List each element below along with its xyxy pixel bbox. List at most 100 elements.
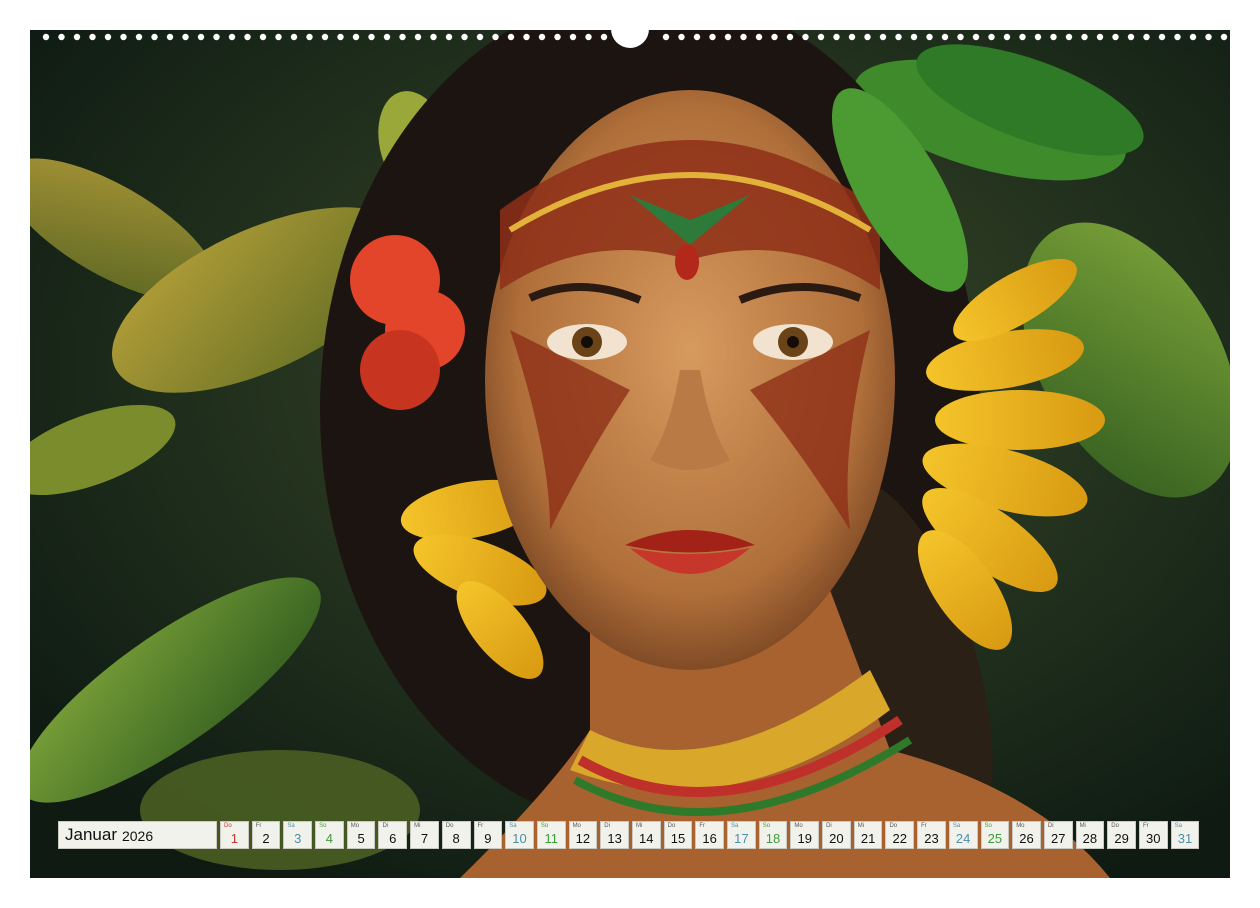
day-number: 1 (230, 831, 238, 846)
binding-hole (771, 33, 778, 41)
weekday-label: Mi (635, 823, 643, 829)
binding-hole (507, 33, 515, 41)
weekday-label: Do (445, 823, 454, 829)
binding-hole (476, 33, 484, 41)
binding-hole (1003, 33, 1011, 41)
day-cell: Di 20 (822, 821, 851, 849)
binding-hole (1127, 33, 1135, 41)
calendar-strip: Januar 2026 Do 1 Fr 2 Sa 3 So 4 Mo 5 Di 6 Mi 7 Do 8 Fr 9 S… (58, 821, 1200, 849)
binding-hole (182, 33, 189, 41)
day-cell: Mo 12 (568, 821, 598, 849)
binding-hole (895, 33, 902, 41)
day-cell: Mi 21 (853, 821, 883, 849)
binding-hole (709, 33, 716, 41)
binding-hole (73, 33, 81, 41)
binding-hole (569, 33, 577, 41)
binding-hole (1065, 33, 1073, 41)
binding-hole (693, 33, 701, 41)
weekday-label: So (984, 823, 992, 829)
binding-hole (244, 33, 251, 41)
day-cell: Do 22 (885, 821, 915, 849)
binding-hole (662, 33, 670, 41)
binding-hole (414, 33, 422, 41)
day-number: 19 (797, 831, 812, 846)
day-number: 25 (987, 831, 1003, 846)
day-cell: Mi 7 (410, 821, 439, 849)
weekday-label: Mi (1079, 823, 1086, 829)
binding-hole (1050, 33, 1057, 41)
binding-hole (228, 33, 236, 41)
day-number: 2 (262, 831, 270, 846)
day-cell: So 4 (315, 821, 344, 849)
day-number: 5 (357, 831, 365, 846)
binding-hole (492, 33, 499, 41)
weekday-label: Di (604, 823, 610, 829)
weekday-label: Di (382, 823, 389, 829)
binding-hole (135, 33, 143, 41)
weekday-label: Mi (414, 823, 421, 829)
day-cell: Sa 24 (948, 821, 978, 849)
binding-hole (538, 33, 546, 41)
day-cell: Mi 28 (1075, 821, 1105, 849)
weekday-label: Mo (350, 823, 360, 829)
day-number: 21 (860, 831, 876, 846)
binding-hole (941, 33, 949, 41)
binding-hole (957, 33, 964, 41)
binding-hole (461, 33, 468, 41)
day-cell: Mo 26 (1012, 821, 1041, 849)
calendar-photo (30, 30, 1230, 878)
weekday-label: Do (1111, 823, 1119, 829)
day-cell: Do 1 (220, 821, 249, 849)
binding-hole (430, 33, 437, 41)
weekday-label: Mo (572, 823, 581, 829)
day-number: 17 (734, 831, 749, 846)
binding-hole (1081, 33, 1088, 41)
binding-hole (89, 33, 96, 41)
binding-hole (523, 33, 530, 41)
day-number: 13 (607, 831, 622, 846)
binding-hole (1096, 33, 1104, 41)
day-cell: So 11 (536, 821, 566, 849)
binding-hole (864, 33, 871, 41)
day-number: 15 (670, 831, 686, 846)
day-number: 11 (544, 831, 558, 846)
day-number: 9 (484, 831, 492, 846)
month-year: 2026 (121, 828, 154, 844)
weekday-label: Sa (287, 823, 295, 829)
binding-hole (213, 33, 220, 41)
weekday-label: Do (667, 823, 676, 829)
binding-hole (275, 33, 282, 41)
month-label: Januar 2026 (58, 821, 217, 849)
binding-hole (600, 33, 608, 41)
binding-hole (166, 33, 174, 41)
binding-hole (554, 33, 561, 41)
weekday-label: So (540, 823, 549, 829)
binding-hole (1220, 33, 1228, 41)
binding-hole (678, 33, 685, 41)
weekday-label: Fr (1142, 823, 1149, 829)
day-cell: Do 8 (441, 821, 471, 849)
weekday-label: Do (889, 823, 898, 829)
weekday-label: Mo (1016, 823, 1025, 829)
binding-hole (290, 33, 298, 41)
day-cell: Di 27 (1043, 821, 1073, 849)
day-number: 7 (420, 831, 429, 846)
binding-hole (1158, 33, 1166, 41)
binding-hole (585, 33, 592, 41)
binding-hole (337, 33, 344, 41)
day-cell: Di 6 (378, 821, 408, 849)
day-number: 23 (924, 831, 939, 846)
day-number: 16 (702, 831, 717, 846)
day-cell: Sa 3 (283, 821, 313, 849)
binding-hole (383, 33, 391, 41)
weekday-label: Fr (921, 823, 927, 829)
day-cell: So 25 (980, 821, 1010, 849)
binding-hole (197, 33, 205, 41)
binding-hole (740, 33, 747, 41)
day-cell: Mo 19 (790, 821, 820, 849)
day-cell: So 18 (758, 821, 788, 849)
day-number: 31 (1177, 831, 1193, 846)
binding-hole (104, 33, 112, 41)
binding-hole (151, 33, 158, 41)
day-number: 6 (389, 831, 397, 846)
